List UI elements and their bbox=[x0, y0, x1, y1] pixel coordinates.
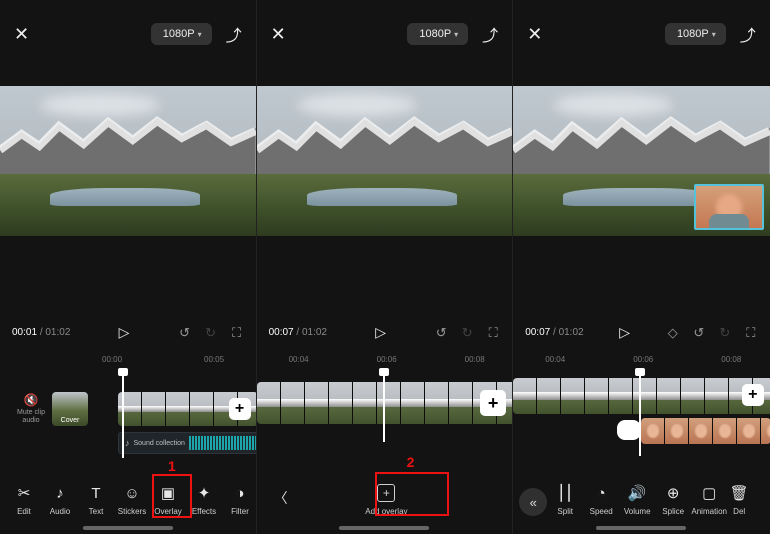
home-indicator bbox=[339, 526, 429, 530]
fullscreen-icon[interactable]: ⛶ bbox=[744, 325, 758, 341]
home-indicator bbox=[83, 526, 173, 530]
text-icon: T bbox=[78, 483, 114, 503]
overlay-pip[interactable] bbox=[694, 184, 764, 230]
tool-filter[interactable]: ◑Filter bbox=[222, 483, 257, 516]
export-icon[interactable]: ⤴ bbox=[740, 22, 756, 46]
play-icon[interactable]: ▷ bbox=[375, 324, 386, 341]
time-display: 00:07 / 01:02 bbox=[269, 327, 327, 338]
overlay-clip-strip[interactable] bbox=[641, 418, 770, 444]
export-icon[interactable]: ⤴ bbox=[226, 22, 242, 46]
close-icon[interactable]: ✕ bbox=[14, 24, 29, 45]
annotation-number: 1 bbox=[168, 458, 176, 474]
overlay-track-handle[interactable] bbox=[617, 420, 641, 440]
header: ✕ 1080P▾ ⤴ bbox=[0, 0, 256, 56]
redo-icon[interactable]: ↻ bbox=[460, 325, 474, 341]
video-preview[interactable] bbox=[0, 86, 256, 236]
resolution-selector[interactable]: 1080P▾ bbox=[665, 23, 726, 45]
tool-splice[interactable]: ⊕Splice bbox=[655, 483, 691, 516]
tool-text[interactable]: TText bbox=[78, 483, 114, 516]
caret-down-icon: ▾ bbox=[454, 30, 458, 39]
bottom-toolbar: « ⎮⎮Split ◔Speed 🔊Volume ⊕Splice ▢Animat… bbox=[513, 483, 770, 516]
panel-step-2: ✕ 1080P▾ ⤴ 00:07 / 01:02 ▷ ↺ ↻ ⛶ 00:0400… bbox=[257, 0, 514, 534]
video-preview[interactable] bbox=[257, 86, 513, 236]
undo-icon[interactable]: ↺ bbox=[434, 325, 448, 341]
video-preview[interactable]: 3 bbox=[513, 86, 770, 236]
caret-down-icon: ▾ bbox=[198, 30, 202, 39]
timeline-ruler: 00:0000:05 bbox=[0, 341, 256, 364]
panel-step-3: ✕ 1080P▾ ⤴ 3 00:07 / 01:02 ▷ ◇ ↺ ↻ ⛶ 00:… bbox=[513, 0, 770, 534]
home-indicator bbox=[596, 526, 686, 530]
sound-collection-track[interactable]: ♪Sound collection bbox=[118, 432, 257, 454]
video-clip-strip[interactable] bbox=[513, 378, 770, 414]
annotation-box bbox=[152, 474, 192, 518]
mute-clip-audio[interactable]: 🔇Mute clip audio bbox=[16, 394, 46, 425]
volume-icon: 🔊 bbox=[619, 483, 655, 503]
time-display: 00:01 / 01:02 bbox=[12, 327, 70, 338]
resolution-selector[interactable]: 1080P▾ bbox=[151, 23, 212, 45]
redo-icon[interactable]: ↻ bbox=[204, 325, 218, 341]
split-icon: ⎮⎮ bbox=[547, 483, 583, 503]
cover-thumbnail[interactable]: Cover bbox=[52, 392, 88, 426]
resolution-label: 1080P bbox=[163, 28, 195, 40]
redo-icon[interactable]: ↻ bbox=[718, 325, 732, 341]
music-icon: ♪ bbox=[42, 483, 78, 503]
tool-split[interactable]: ⎮⎮Split bbox=[547, 483, 583, 516]
bottom-toolbar: ✂Edit ♪Audio TText ☺Stickers ▣Overlay ✦E… bbox=[0, 483, 256, 516]
playhead[interactable] bbox=[639, 372, 641, 456]
play-icon[interactable]: ▷ bbox=[619, 324, 630, 341]
play-icon[interactable]: ▷ bbox=[119, 324, 130, 341]
add-clip-button[interactable]: + bbox=[480, 390, 506, 416]
collapse-button[interactable]: « bbox=[519, 488, 547, 516]
tool-stickers[interactable]: ☺Stickers bbox=[114, 483, 150, 516]
caret-down-icon: ▾ bbox=[712, 30, 716, 39]
resolution-selector[interactable]: 1080P▾ bbox=[407, 23, 468, 45]
playhead[interactable] bbox=[122, 372, 124, 458]
keyframe-icon[interactable]: ◇ bbox=[666, 325, 680, 341]
playhead[interactable] bbox=[383, 372, 385, 442]
tool-edit[interactable]: ✂Edit bbox=[6, 483, 42, 516]
panel-step-1: ✕ 1080P▾ ⤴ 00:01 / 01:02 ▷ ↺ ↻ ⛶ 00:0000… bbox=[0, 0, 257, 534]
splice-icon: ⊕ bbox=[655, 483, 691, 503]
filter-icon: ◑ bbox=[222, 483, 257, 503]
tool-delete[interactable]: 🗑Del bbox=[727, 483, 751, 516]
speed-icon: ◔ bbox=[583, 483, 619, 503]
undo-icon[interactable]: ↺ bbox=[178, 325, 192, 341]
timeline-ruler: 00:0400:0600:08 bbox=[513, 341, 770, 364]
tool-speed[interactable]: ◔Speed bbox=[583, 483, 619, 516]
add-clip-button[interactable]: + bbox=[229, 398, 251, 420]
sticker-icon: ☺ bbox=[114, 483, 150, 503]
delete-icon: 🗑 bbox=[727, 483, 751, 503]
back-button[interactable]: 〈 bbox=[267, 480, 295, 516]
close-icon[interactable]: ✕ bbox=[527, 24, 542, 45]
fullscreen-icon[interactable]: ⛶ bbox=[230, 325, 244, 341]
tool-audio[interactable]: ♪Audio bbox=[42, 483, 78, 516]
video-clip-strip[interactable] bbox=[257, 382, 514, 424]
animation-icon: ▢ bbox=[691, 483, 727, 503]
fullscreen-icon[interactable]: ⛶ bbox=[486, 325, 500, 341]
speaker-muted-icon: 🔇 bbox=[16, 394, 46, 407]
timeline-ruler: 00:0400:0600:08 bbox=[257, 341, 513, 364]
annotation-box bbox=[375, 472, 449, 516]
undo-icon[interactable]: ↺ bbox=[692, 325, 706, 341]
tool-volume[interactable]: 🔊Volume bbox=[619, 483, 655, 516]
tool-animation[interactable]: ▢Animation bbox=[691, 483, 727, 516]
time-display: 00:07 / 01:02 bbox=[525, 327, 583, 338]
export-icon[interactable]: ⤴ bbox=[482, 22, 498, 46]
add-clip-button[interactable]: + bbox=[742, 384, 764, 406]
close-icon[interactable]: ✕ bbox=[271, 24, 286, 45]
scissors-icon: ✂ bbox=[6, 483, 42, 503]
music-note-icon: ♪ bbox=[125, 438, 130, 448]
annotation-number: 2 bbox=[407, 454, 415, 470]
